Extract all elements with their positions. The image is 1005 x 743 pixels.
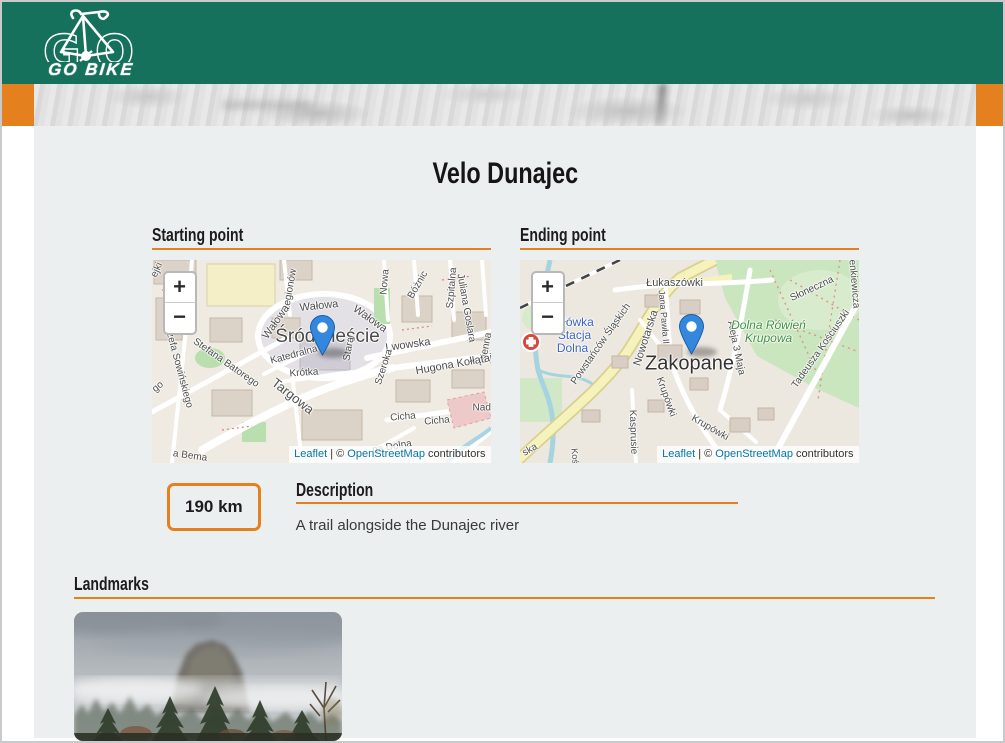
banner-texture-image (34, 84, 976, 126)
misty-mountain-image (74, 612, 342, 741)
osm-link[interactable]: OpenStreetMap (715, 448, 793, 460)
starting-point-section: Starting point (152, 225, 491, 463)
zoom-in-button[interactable]: + (533, 273, 563, 303)
hospital-icon (521, 332, 541, 352)
landmark-photo (74, 612, 342, 741)
info-row: 190 km Description A trail alongside the… (167, 480, 976, 535)
map-label: Cicha (423, 414, 449, 427)
start-map-marker-icon[interactable] (310, 315, 335, 356)
landmarks-section: Landmarks (74, 574, 935, 741)
starting-point-map[interactable]: ŚródmieścieejkiWałowaLegionówNowaBóżnicS… (152, 260, 491, 463)
app-window: G O GO BIKE Velo Dunajec Starting point (0, 0, 1005, 743)
hero-banner (2, 84, 1003, 126)
osm-link[interactable]: OpenStreetMap (347, 448, 425, 460)
description-section: Description A trail alongside the Dunaje… (296, 480, 738, 535)
banner-orange-right (976, 84, 1003, 126)
map-label: Dolna (557, 341, 588, 355)
map-label: Nowa (378, 268, 391, 294)
end-map-marker-icon[interactable] (679, 314, 704, 355)
logo-wordmark: GO BIKE (44, 60, 138, 80)
distance-badge: 190 km (167, 483, 261, 531)
description-heading: Description (296, 480, 738, 505)
starting-point-heading: Starting point (152, 225, 491, 250)
zoom-out-button[interactable]: − (165, 303, 195, 333)
zoom-control: + − (531, 271, 565, 335)
page-title: Velo Dunajec (34, 126, 976, 191)
map-label: Dolna Rówień (731, 318, 806, 332)
landmarks-heading: Landmarks (74, 574, 935, 599)
maps-row: Starting point (34, 225, 976, 463)
map-label: Zakopane (645, 352, 734, 375)
map-label: Krupowa (745, 331, 792, 345)
leaflet-link[interactable]: Leaflet (294, 448, 327, 460)
zoom-control: + − (163, 271, 197, 335)
bicycle-logo-icon: G O (39, 6, 137, 62)
header-bar: G O GO BIKE (2, 2, 1003, 84)
map-attribution: Leaflet | © OpenStreetMap contributors (289, 446, 490, 462)
zoom-in-button[interactable]: + (165, 273, 195, 303)
banner-streak (654, 84, 667, 126)
map-label: Koś (569, 448, 580, 463)
map-label: Łukaszówki (646, 277, 703, 289)
svg-text:O: O (95, 25, 134, 62)
svg-text:G: G (43, 25, 81, 62)
description-text: A trail alongside the Dunajec river (296, 517, 738, 534)
zoom-out-button[interactable]: − (533, 303, 563, 333)
ending-point-map[interactable]: ZakopaneŁukaszówkiSłonecznaenkiewiczaPow… (520, 260, 859, 463)
map-attribution: Leaflet | © OpenStreetMap contributors (657, 446, 858, 462)
main-content: Velo Dunajec Starting point (34, 126, 976, 738)
ending-point-heading: Ending point (520, 225, 859, 250)
leaflet-link[interactable]: Leaflet (662, 448, 695, 460)
map-label: Krótka (289, 366, 319, 379)
map-label: Kasprusie (626, 409, 639, 454)
banner-streak-2 (222, 101, 312, 109)
map-label: Nadb (473, 402, 491, 413)
map-label: łówka (563, 315, 594, 329)
go-bike-logo[interactable]: G O GO BIKE (39, 6, 137, 82)
ending-point-section: Ending point (520, 225, 859, 463)
banner-orange-left (2, 84, 34, 126)
map-label: Cicha (389, 410, 415, 423)
